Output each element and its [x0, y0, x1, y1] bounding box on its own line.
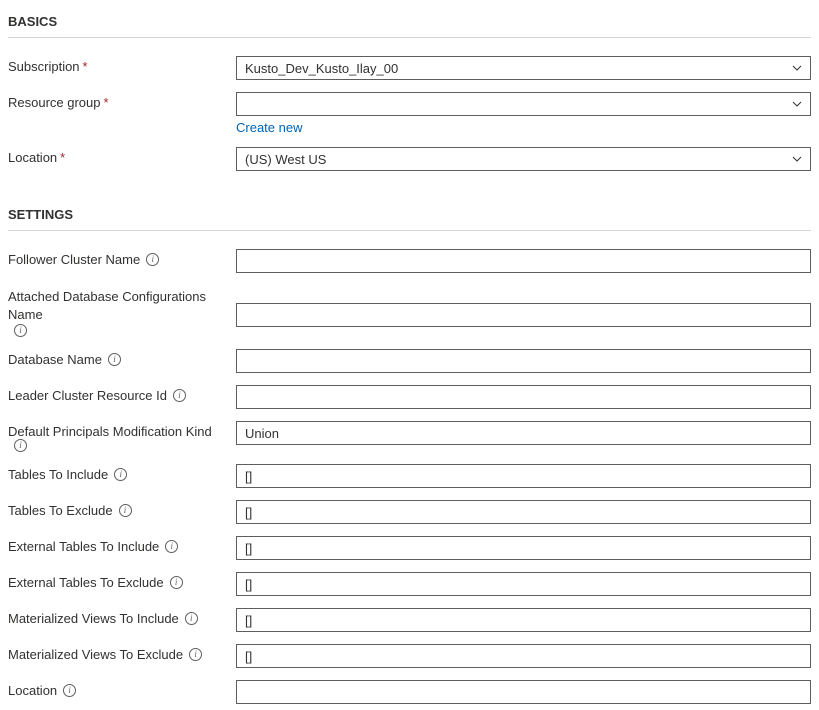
default-principals-modification-kind-label: Default Principals Modification Kind i — [8, 421, 236, 452]
materialized-views-to-exclude-label: Materialized Views To Exclude i — [8, 644, 236, 662]
materialized-views-to-include-input[interactable] — [236, 608, 811, 632]
external-tables-to-include-label: External Tables To Include i — [8, 536, 236, 554]
required-indicator: * — [83, 59, 88, 74]
external-tables-to-exclude-label-text: External Tables To Exclude — [8, 575, 164, 590]
info-icon[interactable]: i — [165, 540, 178, 553]
tables-to-exclude-label-text: Tables To Exclude — [8, 503, 113, 518]
location-basics-label: Location * — [8, 147, 236, 165]
basics-header: BASICS — [8, 6, 811, 38]
materialized-views-to-include-label: Materialized Views To Include i — [8, 608, 236, 626]
subscription-label-text: Subscription — [8, 59, 80, 74]
leader-cluster-resource-id-input[interactable] — [236, 385, 811, 409]
tables-to-include-input[interactable] — [236, 464, 811, 488]
external-tables-to-include-label-text: External Tables To Include — [8, 539, 159, 554]
settings-header: SETTINGS — [8, 199, 811, 231]
info-icon[interactable]: i — [189, 648, 202, 661]
info-icon[interactable]: i — [114, 468, 127, 481]
subscription-select[interactable]: Kusto_Dev_Kusto_Ilay_00 — [236, 56, 811, 80]
info-icon[interactable]: i — [63, 684, 76, 697]
database-name-row: Database Name i — [8, 343, 811, 379]
location-settings-input[interactable] — [236, 680, 811, 704]
materialized-views-to-include-row: Materialized Views To Include i — [8, 602, 811, 638]
leader-cluster-resource-id-label: Leader Cluster Resource Id i — [8, 385, 236, 403]
info-icon[interactable]: i — [146, 253, 159, 266]
attached-db-config-name-label: Attached Database Configurations Name i — [8, 285, 236, 337]
location-basics-row: Location * (US) West US — [8, 141, 811, 177]
location-settings-row: Location i — [8, 674, 811, 710]
location-basics-value: (US) West US — [245, 152, 326, 167]
external-tables-to-include-row: External Tables To Include i — [8, 530, 811, 566]
tables-to-exclude-label: Tables To Exclude i — [8, 500, 236, 518]
info-icon[interactable]: i — [185, 612, 198, 625]
subscription-label: Subscription * — [8, 56, 236, 74]
database-name-label: Database Name i — [8, 349, 236, 367]
follower-cluster-name-input[interactable] — [236, 249, 811, 273]
tables-to-exclude-input[interactable] — [236, 500, 811, 524]
materialized-views-to-exclude-row: Materialized Views To Exclude i — [8, 638, 811, 674]
info-icon[interactable]: i — [108, 353, 121, 366]
location-basics-label-text: Location — [8, 150, 57, 165]
create-new-link[interactable]: Create new — [236, 120, 302, 135]
follower-cluster-name-label: Follower Cluster Name i — [8, 249, 236, 267]
tables-to-exclude-row: Tables To Exclude i — [8, 494, 811, 530]
database-name-input[interactable] — [236, 349, 811, 373]
info-icon[interactable]: i — [14, 439, 27, 452]
tables-to-include-label-text: Tables To Include — [8, 467, 108, 482]
leader-cluster-resource-id-row: Leader Cluster Resource Id i — [8, 379, 811, 415]
external-tables-to-exclude-label: External Tables To Exclude i — [8, 572, 236, 590]
external-tables-to-exclude-input[interactable] — [236, 572, 811, 596]
default-principals-modification-kind-row: Default Principals Modification Kind i — [8, 415, 811, 458]
default-principals-modification-kind-label-text: Default Principals Modification Kind — [8, 424, 212, 439]
resource-group-label-text: Resource group — [8, 95, 101, 110]
database-name-label-text: Database Name — [8, 352, 102, 367]
location-settings-label: Location i — [8, 680, 236, 698]
materialized-views-to-exclude-input[interactable] — [236, 644, 811, 668]
attached-db-config-name-label-text: Attached Database Configurations Name — [8, 288, 228, 324]
external-tables-to-exclude-row: External Tables To Exclude i — [8, 566, 811, 602]
resource-group-select[interactable] — [236, 92, 811, 116]
info-icon[interactable]: i — [14, 324, 27, 337]
tables-to-include-row: Tables To Include i — [8, 458, 811, 494]
info-icon[interactable]: i — [173, 389, 186, 402]
leader-cluster-resource-id-label-text: Leader Cluster Resource Id — [8, 388, 167, 403]
materialized-views-to-exclude-label-text: Materialized Views To Exclude — [8, 647, 183, 662]
follower-cluster-name-label-text: Follower Cluster Name — [8, 252, 140, 267]
resource-group-row: Resource group * Create new — [8, 86, 811, 141]
required-indicator: * — [104, 95, 109, 110]
location-settings-label-text: Location — [8, 683, 57, 698]
resource-group-label: Resource group * — [8, 92, 236, 110]
follower-cluster-name-row: Follower Cluster Name i — [8, 243, 811, 279]
attached-db-config-name-input[interactable] — [236, 303, 811, 327]
external-tables-to-include-input[interactable] — [236, 536, 811, 560]
subscription-row: Subscription * Kusto_Dev_Kusto_Ilay_00 — [8, 50, 811, 86]
subscription-value: Kusto_Dev_Kusto_Ilay_00 — [245, 61, 398, 76]
default-principals-modification-kind-input[interactable] — [236, 421, 811, 445]
info-icon[interactable]: i — [119, 504, 132, 517]
tables-to-include-label: Tables To Include i — [8, 464, 236, 482]
required-indicator: * — [60, 150, 65, 165]
location-basics-select[interactable]: (US) West US — [236, 147, 811, 171]
materialized-views-to-include-label-text: Materialized Views To Include — [8, 611, 179, 626]
attached-db-config-name-row: Attached Database Configurations Name i — [8, 279, 811, 343]
info-icon[interactable]: i — [170, 576, 183, 589]
